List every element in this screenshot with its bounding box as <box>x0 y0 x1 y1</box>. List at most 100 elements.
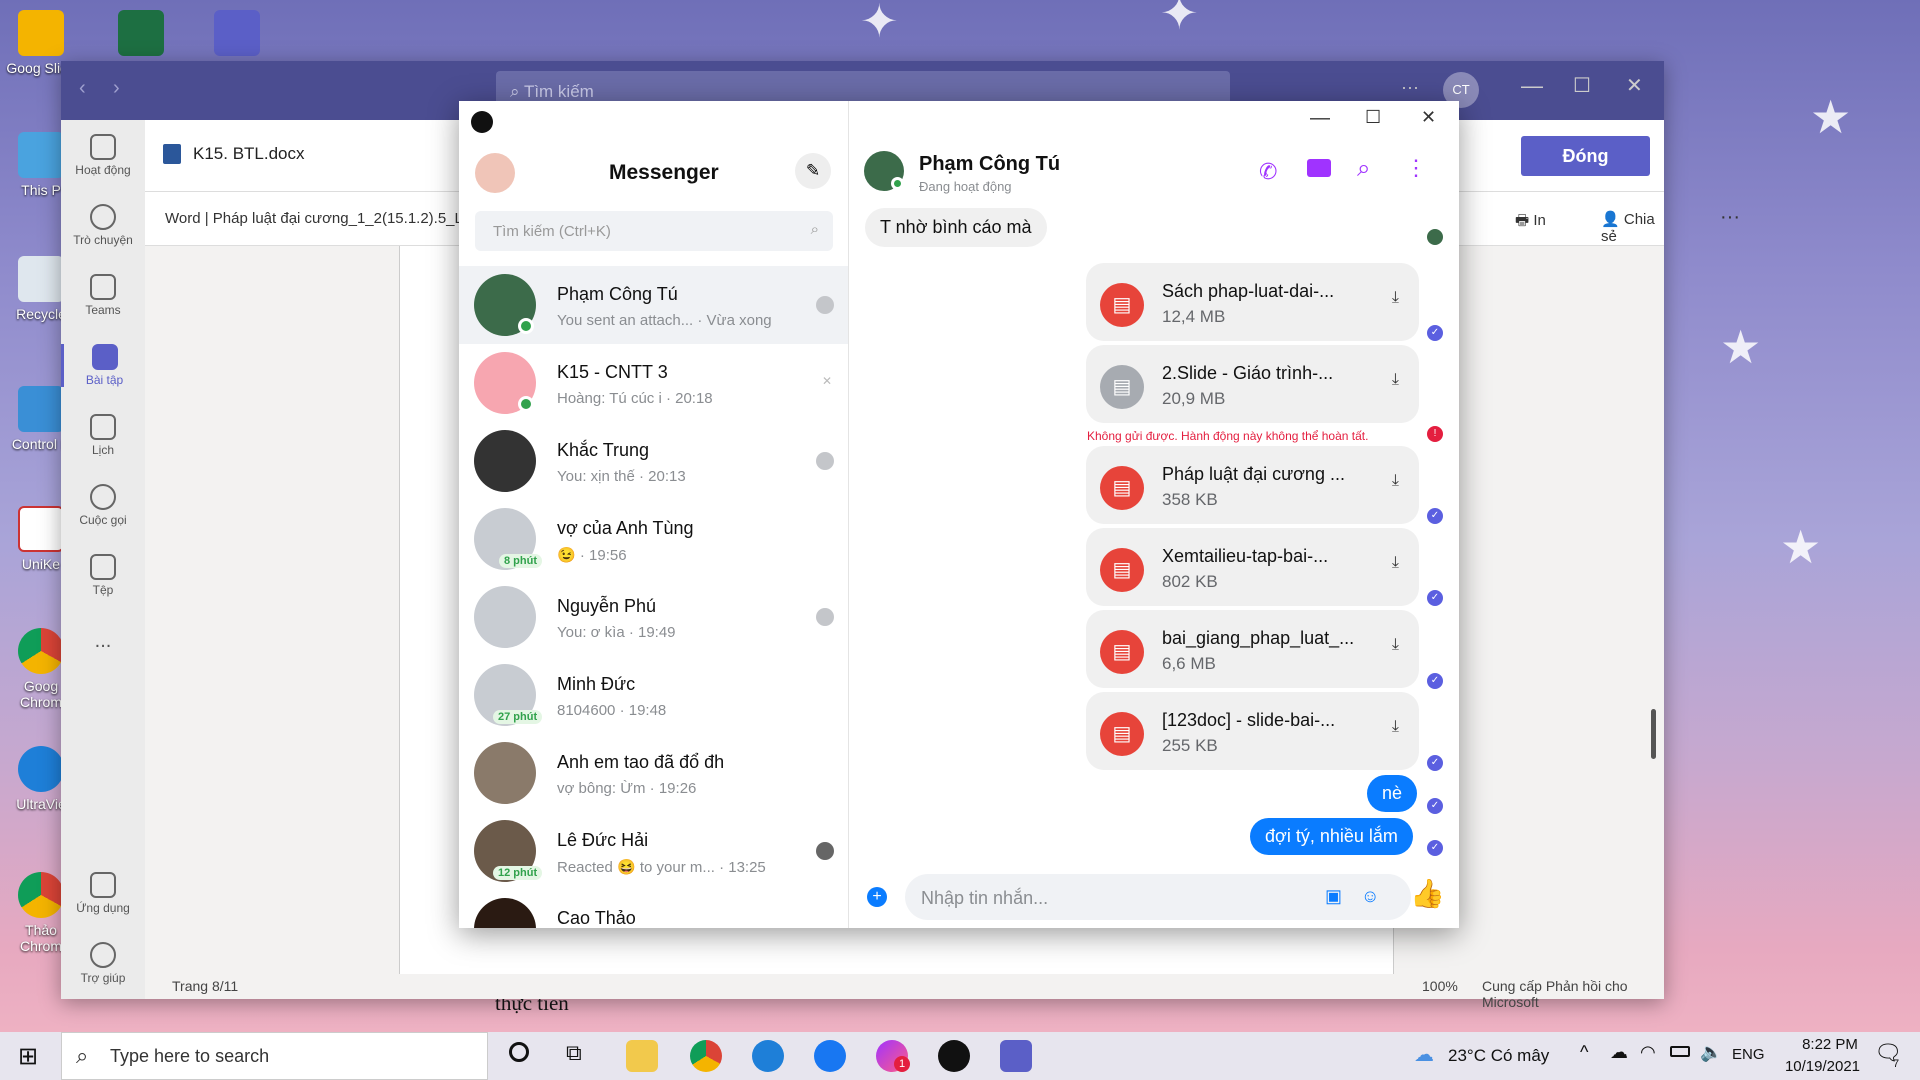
incoming-message: T nhờ bình cáo mà <box>865 208 1047 247</box>
windows-start-icon[interactable]: ⊞ <box>18 1042 38 1071</box>
conversation-item[interactable]: 8 phút vợ của Anh Tùng 😉 · 19:56 <box>459 500 848 578</box>
search-icon[interactable]: ⌕ <box>1357 155 1370 183</box>
compose-icon[interactable]: ✎ <box>795 153 831 189</box>
file-attachment[interactable]: ▤ Sách phap-luat-dai-... 12,4 MB ⤓ <box>1086 263 1419 341</box>
video-call-icon[interactable] <box>1307 159 1331 177</box>
document-icon: ▤ <box>1100 466 1144 510</box>
close-doc-button[interactable]: Đóng <box>1521 136 1650 176</box>
chat-title[interactable]: Phạm Công Tú <box>919 153 1060 176</box>
conversation-item[interactable]: Cao Thảo <box>459 890 848 928</box>
emoji-icon[interactable]: ☺ <box>1361 886 1379 907</box>
back-arrow-icon[interactable]: ‹ <box>79 77 86 100</box>
rail-calls[interactable]: Cuộc gọi <box>61 484 145 527</box>
rail-activity[interactable]: Hoạt động <box>61 134 145 177</box>
avatar <box>474 586 536 648</box>
message-input[interactable]: Nhập tin nhắn... ▣ ☺ <box>905 874 1411 920</box>
weather-text[interactable]: 23°C Có mây <box>1448 1046 1549 1066</box>
more-options-icon[interactable]: ··· <box>1401 77 1419 98</box>
download-icon[interactable]: ⤓ <box>1392 472 1399 490</box>
conversation-search-input[interactable]: Tìm kiếm (Ctrl+K) ⌕ <box>475 211 833 251</box>
messenger-window: Messenger ✎ Tìm kiếm (Ctrl+K) ⌕ Phạm Côn… <box>459 101 1459 928</box>
outgoing-message: nè <box>1367 775 1418 812</box>
print-button[interactable]: 🖶 In <box>1515 210 1546 235</box>
sticker-icon[interactable]: ▣ <box>1325 886 1342 907</box>
ultraviewer-icon[interactable] <box>752 1040 784 1072</box>
rail-assignments[interactable]: Bài tập <box>61 344 145 387</box>
weather-icon: ☁ <box>1414 1044 1434 1066</box>
breadcrumb: Word | Pháp luật đại cương_1_2(15.1.2).5… <box>165 210 471 227</box>
file-attachment[interactable]: ▤ bai_giang_phap_luat_... 6,6 MB ⤓ <box>1086 610 1419 688</box>
more-options-icon[interactable]: ··· <box>1720 206 1740 229</box>
desktop-icon-teams[interactable] <box>202 10 272 60</box>
file-explorer-icon[interactable] <box>626 1040 658 1072</box>
delivered-check-icon: ✓ <box>1427 755 1443 771</box>
star-decoration: ✦ <box>860 0 899 47</box>
download-icon[interactable]: ⤓ <box>1392 289 1399 307</box>
minimize-icon[interactable]: — <box>1310 107 1330 130</box>
zoom-level[interactable]: 100% <box>1422 978 1458 994</box>
conversation-item[interactable]: K15 - CNTT 3 Hoàng: Tú cúc i · 20:18 ✕ <box>459 344 848 422</box>
wifi-icon[interactable]: ◠ <box>1640 1042 1656 1063</box>
task-view-icon[interactable]: ⧉ <box>566 1040 582 1066</box>
clock-date[interactable]: 10/19/2021 <box>1775 1058 1870 1075</box>
clock-time[interactable]: 8:22 PM <box>1790 1036 1870 1053</box>
more-options-icon[interactable]: ⋮ <box>1405 155 1427 181</box>
apps-icon <box>90 872 116 898</box>
like-icon[interactable]: 👍 <box>1410 877 1445 910</box>
rail-help[interactable]: Trợ giúp <box>61 942 145 985</box>
tiktok-icon[interactable] <box>938 1040 970 1072</box>
avatar[interactable] <box>475 153 515 193</box>
chrome-icon[interactable] <box>690 1040 722 1072</box>
rail-calendar[interactable]: Lịch <box>61 414 145 457</box>
rail-chat[interactable]: Trò chuyện <box>61 204 145 247</box>
download-icon[interactable]: ⤓ <box>1392 554 1399 572</box>
rail-apps[interactable]: Ứng dụng <box>61 872 145 915</box>
file-attachment[interactable]: ▤ Pháp luật đại cương ... 358 KB ⤓ <box>1086 446 1419 524</box>
taskbar-search-input[interactable]: ⌕ Type here to search <box>61 1032 488 1080</box>
chrome-icon <box>18 872 64 918</box>
teams-icon <box>214 10 260 56</box>
maximize-icon[interactable]: ☐ <box>1365 107 1381 128</box>
file-attachment[interactable]: ▤ Xemtailieu-tap-bai-... 802 KB ⤓ <box>1086 528 1419 606</box>
outgoing-message: đợi tý, nhiều lắm <box>1250 818 1413 855</box>
conversation-item[interactable]: Nguyễn Phú You: ơ kìa · 19:49 <box>459 578 848 656</box>
rail-files[interactable]: Tệp <box>61 554 145 597</box>
forward-arrow-icon[interactable]: › <box>113 77 120 100</box>
cortana-icon[interactable] <box>509 1042 529 1062</box>
battery-icon[interactable] <box>1670 1046 1690 1057</box>
conversation-item[interactable]: 27 phút Minh Đức 8104600 · 19:48 <box>459 656 848 734</box>
phone-icon[interactable]: ✆ <box>1259 159 1277 185</box>
close-icon[interactable]: ✕ <box>1626 73 1643 98</box>
online-indicator <box>518 318 534 334</box>
maximize-icon[interactable]: ☐ <box>1573 73 1591 98</box>
minimize-icon[interactable]: — <box>1521 73 1543 99</box>
language-indicator[interactable]: ENG <box>1732 1046 1765 1063</box>
rail-teams[interactable]: Teams <box>61 274 145 317</box>
file-attachment[interactable]: ▤ 2.Slide - Giáo trình-... 20,9 MB ⤓ <box>1086 345 1419 423</box>
conversation-item[interactable]: Khắc Trung You: xịn thế · 20:13 <box>459 422 848 500</box>
close-icon[interactable]: ✕ <box>1421 107 1436 128</box>
conversation-item[interactable]: 12 phút Lê Đức Hải Reacted 😆 to your m..… <box>459 812 848 890</box>
seen-check-icon <box>816 452 834 470</box>
download-icon[interactable]: ⤓ <box>1392 718 1399 736</box>
conversation-item[interactable]: Anh em tao đã đổ đh vợ bông: Ừm · 19:26 <box>459 734 848 812</box>
delivered-check-icon: ✓ <box>1427 590 1443 606</box>
chevron-up-icon[interactable]: ^ <box>1580 1042 1588 1063</box>
download-icon[interactable]: ⤓ <box>1392 371 1399 389</box>
doc-title: K15. BTL.docx <box>193 144 305 163</box>
add-attachment-icon[interactable]: + <box>867 887 887 907</box>
volume-icon[interactable]: 🔈 <box>1700 1042 1722 1063</box>
file-attachment[interactable]: ▤ [123doc] - slide-bai-... 255 KB ⤓ <box>1086 692 1419 770</box>
feedback-link[interactable]: Cung cấp Phản hồi cho Microsoft <box>1482 978 1664 1010</box>
phone-icon <box>90 484 116 510</box>
share-button[interactable]: 👤 Chia sẻ <box>1601 210 1664 245</box>
facebook-icon[interactable] <box>814 1040 846 1072</box>
conversation-item[interactable]: Phạm Công Tú You sent an attach... · Vừa… <box>459 266 848 344</box>
online-indicator <box>891 177 904 190</box>
teams-icon[interactable] <box>1000 1040 1032 1072</box>
rail-more[interactable]: ... <box>61 630 145 653</box>
onedrive-icon[interactable]: ☁ <box>1610 1042 1628 1063</box>
download-icon[interactable]: ⤓ <box>1392 636 1399 654</box>
scrollbar[interactable] <box>1651 709 1656 759</box>
desktop-icon-excel[interactable] <box>106 10 176 60</box>
